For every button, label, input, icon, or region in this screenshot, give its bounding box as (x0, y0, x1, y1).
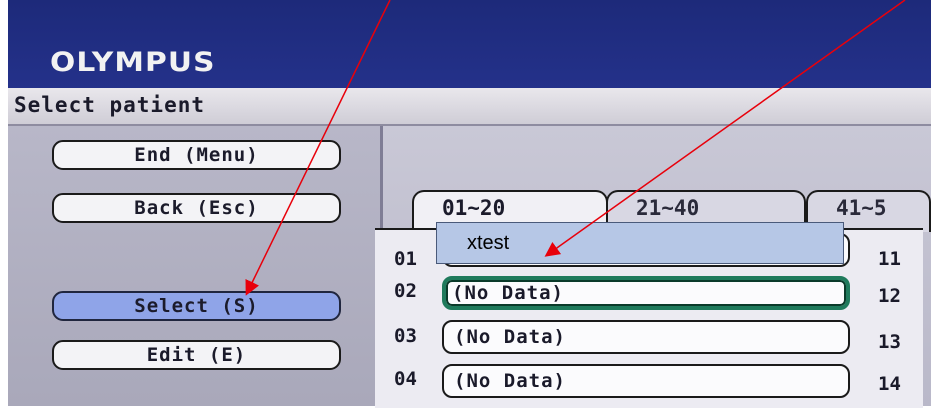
header-bar: OLYMPUS (8, 0, 931, 88)
right-row-number: 12 (878, 285, 901, 307)
patient-slot[interactable]: (No Data) (442, 364, 850, 398)
patient-name-popup: xtest (436, 222, 844, 264)
row-number: 01 (394, 248, 417, 270)
title-bar: Select patient (8, 88, 931, 126)
row-number: 04 (394, 368, 417, 390)
page-title: Select patient (14, 93, 206, 117)
end-menu-button[interactable]: End (Menu) (52, 140, 341, 170)
patient-slot[interactable]: (No Data) (442, 320, 850, 354)
back-esc-button[interactable]: Back (Esc) (52, 193, 341, 223)
row-number: 03 (394, 325, 417, 347)
edit-button[interactable]: Edit (E) (52, 340, 341, 370)
row-number: 02 (394, 280, 417, 302)
right-row-number: 11 (878, 248, 901, 270)
patient-slot-focused[interactable]: (No Data) (442, 276, 850, 310)
right-row-number: 14 (878, 373, 901, 395)
right-row-number: 13 (878, 331, 901, 353)
brand-logo: OLYMPUS (50, 47, 216, 78)
select-button[interactable]: Select (S) (52, 291, 341, 321)
